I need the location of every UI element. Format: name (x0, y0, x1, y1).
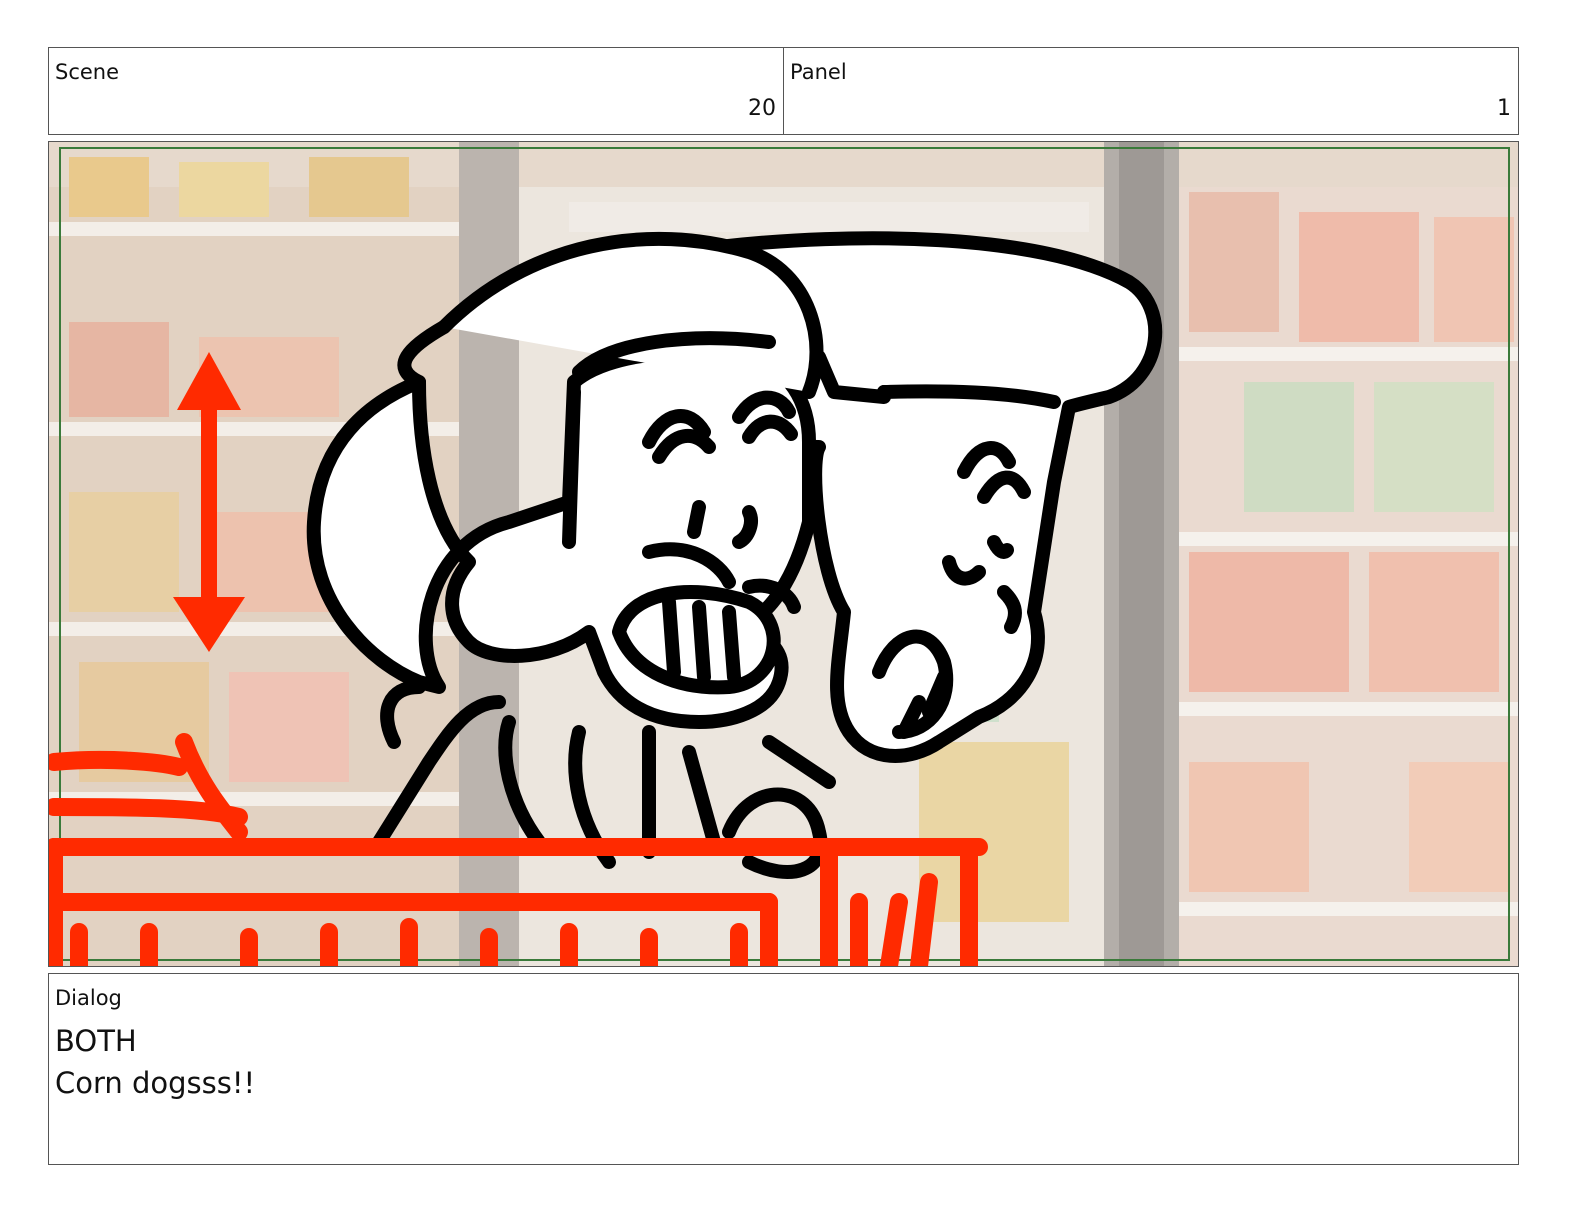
panel-cell: Panel 1 (783, 48, 1518, 134)
scene-label: Scene (55, 60, 120, 84)
scene-cell: Scene 20 (49, 48, 783, 134)
panel-label: Panel (790, 60, 847, 84)
scene-panel-header: Scene 20 Panel 1 (48, 47, 1519, 135)
panel-drawing (49, 142, 1518, 966)
storyboard-panel (48, 141, 1519, 967)
panel-number: 1 (1497, 96, 1511, 121)
dialog-line: Corn dogsss!! (55, 1066, 256, 1100)
scene-number: 20 (748, 96, 776, 121)
dialog-label: Dialog (55, 986, 122, 1010)
dialog-box: Dialog BOTH Corn dogsss!! (48, 973, 1519, 1165)
dialog-character: BOTH (55, 1024, 137, 1058)
